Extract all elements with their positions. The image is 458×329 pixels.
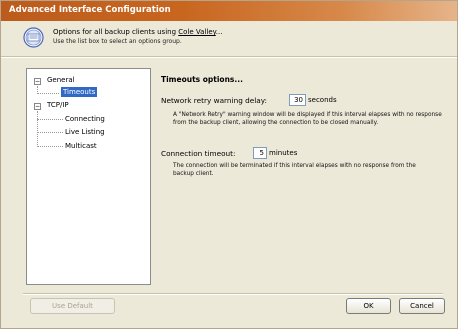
window-title: Advanced Interface Configuration xyxy=(9,5,171,15)
options-icon xyxy=(23,27,44,48)
use-default-button[interactable]: Use Default xyxy=(30,298,115,314)
cancel-button[interactable]: Cancel xyxy=(399,298,445,314)
connection-timeout-description: The connection will be terminated if thi… xyxy=(173,163,416,177)
retry-delay-description: A "Network Retry" warning window will be… xyxy=(173,112,442,126)
connection-timeout-unit: minutes xyxy=(269,149,298,157)
tree-line xyxy=(37,93,59,94)
tree-line xyxy=(37,111,38,147)
header-text: Options for all backup clients using xyxy=(53,28,179,36)
header-description: Options for all backup clients using Col… xyxy=(53,28,222,36)
tree-line xyxy=(37,119,63,120)
footer-separator xyxy=(23,293,443,295)
header-ellipsis: ... xyxy=(215,28,223,36)
tree-item-connecting[interactable]: Connecting xyxy=(65,115,105,123)
collapse-general-icon[interactable]: − xyxy=(34,78,41,85)
header-hint: Use the list box to select an options gr… xyxy=(53,38,182,45)
tree-line xyxy=(37,146,63,147)
title-bar[interactable]: Advanced Interface Configuration xyxy=(1,1,457,21)
retry-delay-input[interactable]: 30 xyxy=(289,94,306,106)
tree-line xyxy=(37,132,63,133)
ok-button[interactable]: OK xyxy=(346,298,391,314)
retry-delay-label: Network retry warning delay: xyxy=(161,96,268,105)
dialog-header: Options for all backup clients using Col… xyxy=(1,21,457,55)
retry-delay-unit: seconds xyxy=(308,96,337,104)
connection-timeout-label: Connection timeout: xyxy=(161,149,236,158)
client-link[interactable]: Cole Valley xyxy=(178,28,216,36)
tree-item-multicast[interactable]: Multicast xyxy=(65,142,97,150)
panel-title: Timeouts options... xyxy=(161,75,243,84)
tree-item-general[interactable]: General xyxy=(47,76,75,84)
advanced-interface-dialog: Advanced Interface Configuration Options… xyxy=(0,0,458,329)
tree-item-live-listing[interactable]: Live Listing xyxy=(65,128,105,136)
options-tree[interactable]: − General Timeouts − TCP/IP Connecting L… xyxy=(26,68,151,285)
collapse-tcpip-icon[interactable]: − xyxy=(34,103,41,110)
connection-timeout-input[interactable]: 5 xyxy=(253,147,267,159)
header-separator xyxy=(1,56,457,58)
tree-item-timeouts[interactable]: Timeouts xyxy=(61,87,98,97)
tree-item-tcpip[interactable]: TCP/IP xyxy=(47,101,69,109)
